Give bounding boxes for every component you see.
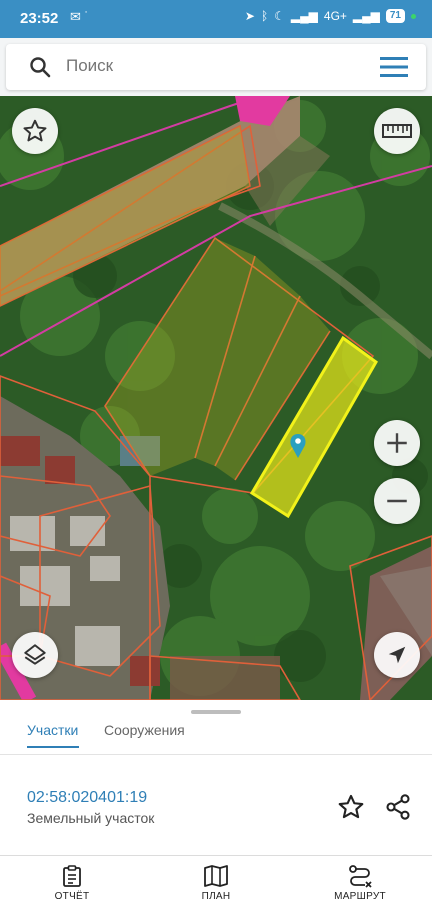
- network-type: 4G+: [323, 9, 347, 23]
- status-icons: ➤ ᛒ ☾ ▂▄▆ 4G+ ▂▄▆ 71: [245, 9, 416, 23]
- status-bar: 23:52 ✉ ˙ ➤ ᛒ ☾ ▂▄▆ 4G+ ▂▄▆ 71: [0, 0, 432, 38]
- search-icon[interactable]: [28, 55, 52, 79]
- layers-button[interactable]: [12, 632, 58, 678]
- nav-plan[interactable]: ПЛАН: [166, 856, 266, 910]
- parcel-info-sheet: Участки Сооружения 02:58:020401:19 Земел…: [0, 700, 432, 855]
- ruler-icon: [382, 124, 412, 138]
- signal-icon: ▂▄▆: [290, 9, 318, 23]
- cadastral-number[interactable]: 02:58:020401:19: [27, 789, 147, 807]
- plus-icon: [387, 433, 407, 453]
- charging-dot: [411, 13, 416, 19]
- bluetooth-icon: ᛒ: [260, 9, 269, 23]
- nav-plan-label: ПЛАН: [201, 891, 231, 902]
- ruler-button[interactable]: [374, 108, 420, 154]
- nav-report-label: ОТЧЁТ: [54, 891, 90, 902]
- bottom-navigation: ОТЧЁТ ПЛАН МАРШРУТ: [0, 855, 432, 910]
- nav-route-label: МАРШРУТ: [334, 891, 386, 902]
- route-icon: [349, 865, 372, 888]
- favorite-map-button[interactable]: [12, 108, 58, 154]
- navigation-arrow-icon: [388, 646, 406, 664]
- star-icon: [23, 119, 47, 142]
- battery-icon: 71: [385, 9, 405, 23]
- search-area: [0, 38, 432, 96]
- zoom-out-button[interactable]: [374, 478, 420, 524]
- parcel-type: Земельный участок: [27, 810, 155, 826]
- nav-route[interactable]: МАРШРУТ: [310, 856, 410, 910]
- search-bar[interactable]: [6, 44, 426, 90]
- minus-icon: [387, 499, 407, 503]
- zoom-in-button[interactable]: [374, 420, 420, 466]
- sheet-drag-handle[interactable]: [191, 710, 241, 714]
- tab-buildings[interactable]: Сооружения: [104, 722, 185, 738]
- map-icon: [204, 865, 228, 887]
- tab-parcels[interactable]: Участки: [27, 722, 78, 738]
- menu-icon[interactable]: [380, 57, 408, 77]
- notification-icons: ✉ ˙: [70, 9, 89, 24]
- nav-report[interactable]: ОТЧЁТ: [22, 856, 122, 910]
- signal-icon-2: ▂▄▆: [352, 9, 380, 23]
- star-icon[interactable]: [337, 793, 365, 821]
- moon-icon: ☾: [274, 9, 285, 23]
- status-time: 23:52: [20, 10, 59, 27]
- map-view[interactable]: [0, 96, 432, 700]
- search-input[interactable]: [66, 56, 346, 76]
- divider: [0, 754, 432, 755]
- share-icon[interactable]: [384, 793, 412, 821]
- satellite-map[interactable]: [0, 96, 432, 700]
- layers-icon: [24, 644, 46, 665]
- location-icon: ➤: [244, 9, 255, 23]
- report-icon: [63, 865, 81, 887]
- my-location-button[interactable]: [374, 632, 420, 678]
- active-tab-indicator: [27, 746, 79, 748]
